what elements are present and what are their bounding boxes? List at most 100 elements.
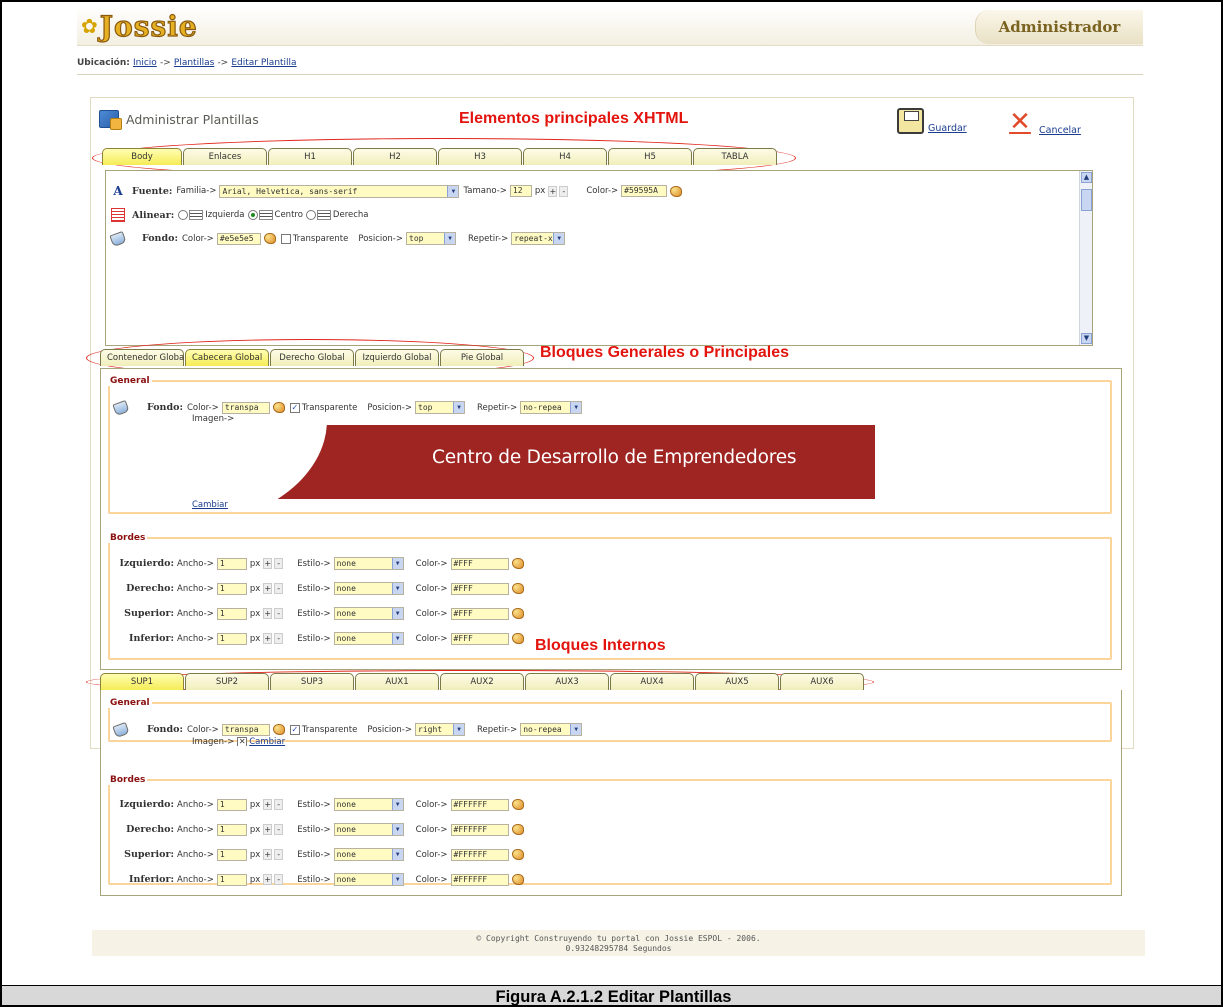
border-color-input[interactable]: #FFF xyxy=(450,582,509,595)
tab-sup2[interactable]: SUP2 xyxy=(185,673,269,690)
color-palette-icon[interactable] xyxy=(272,402,285,413)
breadcrumb-inicio[interactable]: Inicio xyxy=(133,58,157,68)
increase-button[interactable]: + xyxy=(263,558,273,569)
border-style-select[interactable]: none ▼ xyxy=(333,848,404,861)
tab-enlaces[interactable]: Enlaces xyxy=(183,148,267,165)
decrease-button[interactable]: - xyxy=(274,608,284,619)
tab-aux6[interactable]: AUX6 xyxy=(780,673,864,690)
border-width-input[interactable]: 1 xyxy=(216,848,247,861)
font-family-select[interactable]: Arial, Helvetica, sans-serif ▼ xyxy=(219,184,460,198)
scroll-up-icon[interactable]: ▲ xyxy=(1081,172,1092,183)
tab-izquierdo-global[interactable]: Izquierdo Global xyxy=(355,349,439,366)
tab-contenedor-global[interactable]: Contenedor Global xyxy=(100,349,187,366)
tab-aux2[interactable]: AUX2 xyxy=(440,673,524,690)
scroll-thumb[interactable] xyxy=(1081,189,1092,211)
border-style-select[interactable]: none ▼ xyxy=(333,557,404,570)
border-style-select[interactable]: none ▼ xyxy=(333,632,404,645)
tab-h3[interactable]: H3 xyxy=(438,148,522,165)
border-color-input[interactable]: #FFFFFF xyxy=(450,873,509,886)
tab-h4[interactable]: H4 xyxy=(523,148,607,165)
tab-derecho-global[interactable]: Derecho Global xyxy=(270,349,354,366)
transparent-checkbox[interactable]: ✓ xyxy=(289,402,300,413)
increase-button[interactable]: + xyxy=(263,849,273,860)
border-width-input[interactable]: 1 xyxy=(216,873,247,886)
color-palette-icon[interactable] xyxy=(263,233,276,244)
position-select[interactable]: top ▼ xyxy=(415,401,465,414)
font-size-input[interactable]: 12 xyxy=(509,185,532,197)
position-select[interactable]: top ▼ xyxy=(406,232,456,245)
decrease-button[interactable]: - xyxy=(274,558,284,569)
border-style-select[interactable]: none ▼ xyxy=(333,582,404,595)
color-palette-icon[interactable] xyxy=(670,185,683,197)
breadcrumb-editar[interactable]: Editar Plantilla xyxy=(231,58,296,68)
logo[interactable]: ✿ Jossie xyxy=(81,6,198,46)
increase-button[interactable]: + xyxy=(263,608,273,619)
tab-tabla[interactable]: TABLA xyxy=(693,148,777,165)
tab-cabecera-global[interactable]: Cabecera Global xyxy=(185,349,269,366)
decrease-button[interactable]: - xyxy=(274,874,284,885)
align-left-radio[interactable] xyxy=(178,210,189,220)
transparent-checkbox[interactable]: ✓ xyxy=(289,724,300,735)
color-palette-icon[interactable] xyxy=(272,724,285,735)
repeat-select[interactable]: no-repea ▼ xyxy=(520,401,583,414)
bg-color-input[interactable]: transpa xyxy=(221,401,270,414)
tab-aux3[interactable]: AUX3 xyxy=(525,673,609,690)
cancel-button[interactable]: ✕ Cancelar xyxy=(1005,108,1081,136)
align-center-radio[interactable] xyxy=(247,210,258,220)
tab-aux5[interactable]: AUX5 xyxy=(695,673,779,690)
position-select[interactable]: right ▼ xyxy=(415,723,465,736)
bg-color-input[interactable]: #e5e5e5 xyxy=(216,232,261,245)
tab-h1[interactable]: H1 xyxy=(268,148,352,165)
tab-aux1[interactable]: AUX1 xyxy=(355,673,439,690)
decrease-button[interactable]: - xyxy=(274,633,284,644)
font-color-input[interactable]: #59595A xyxy=(621,185,668,197)
color-palette-icon[interactable] xyxy=(511,799,524,810)
color-palette-icon[interactable] xyxy=(511,633,524,644)
tab-h2[interactable]: H2 xyxy=(353,148,437,165)
tab-aux4[interactable]: AUX4 xyxy=(610,673,694,690)
breadcrumb-plantillas[interactable]: Plantillas xyxy=(174,58,214,68)
border-color-input[interactable]: #FFFFFF xyxy=(450,823,509,836)
tab-sup3[interactable]: SUP3 xyxy=(270,673,354,690)
color-palette-icon[interactable] xyxy=(511,558,524,569)
vertical-scrollbar[interactable]: ▲ ▼ xyxy=(1079,171,1092,345)
color-palette-icon[interactable] xyxy=(511,824,524,835)
increase-button[interactable]: + xyxy=(263,799,273,810)
border-style-select[interactable]: none ▼ xyxy=(333,798,404,811)
border-width-input[interactable]: 1 xyxy=(216,557,247,570)
change-image-link[interactable]: Cambiar xyxy=(192,500,228,510)
border-width-input[interactable]: 1 xyxy=(216,632,247,645)
increase-button[interactable]: + xyxy=(263,824,273,835)
save-button[interactable]: Guardar xyxy=(897,108,967,134)
tab-h5[interactable]: H5 xyxy=(608,148,692,165)
decrease-button[interactable]: - xyxy=(274,799,284,810)
border-width-input[interactable]: 1 xyxy=(216,607,247,620)
color-palette-icon[interactable] xyxy=(511,608,524,619)
decrease-button[interactable]: - xyxy=(274,849,284,860)
tab-body[interactable]: Body xyxy=(102,148,182,165)
border-style-select[interactable]: none ▼ xyxy=(333,823,404,836)
border-width-input[interactable]: 1 xyxy=(216,823,247,836)
color-palette-icon[interactable] xyxy=(511,849,524,860)
color-palette-icon[interactable] xyxy=(511,583,524,594)
align-right-radio[interactable] xyxy=(305,210,316,220)
border-color-input[interactable]: #FFF xyxy=(450,557,509,570)
repeat-select[interactable]: no-repea ▼ xyxy=(520,723,583,736)
tab-sup1[interactable]: SUP1 xyxy=(100,673,184,690)
increase-button[interactable]: + xyxy=(263,874,273,885)
border-width-input[interactable]: 1 xyxy=(216,582,247,595)
repeat-select[interactable]: repeat-x ▼ xyxy=(511,232,566,245)
border-style-select[interactable]: none ▼ xyxy=(333,873,404,886)
border-color-input[interactable]: #FFFFFF xyxy=(450,798,509,811)
color-palette-icon[interactable] xyxy=(511,874,524,885)
tab-pie-global[interactable]: Pie Global xyxy=(440,349,524,366)
border-color-input[interactable]: #FFFFFF xyxy=(450,848,509,861)
border-color-input[interactable]: #FFF xyxy=(450,632,509,645)
increase-button[interactable]: + xyxy=(263,633,273,644)
border-style-select[interactable]: none ▼ xyxy=(333,607,404,620)
decrease-button[interactable]: - xyxy=(274,824,284,835)
bg-color-input[interactable]: transpa xyxy=(221,723,270,736)
transparent-checkbox[interactable] xyxy=(280,233,291,244)
scroll-down-icon[interactable]: ▼ xyxy=(1081,333,1092,344)
increase-button[interactable]: + xyxy=(263,583,273,594)
